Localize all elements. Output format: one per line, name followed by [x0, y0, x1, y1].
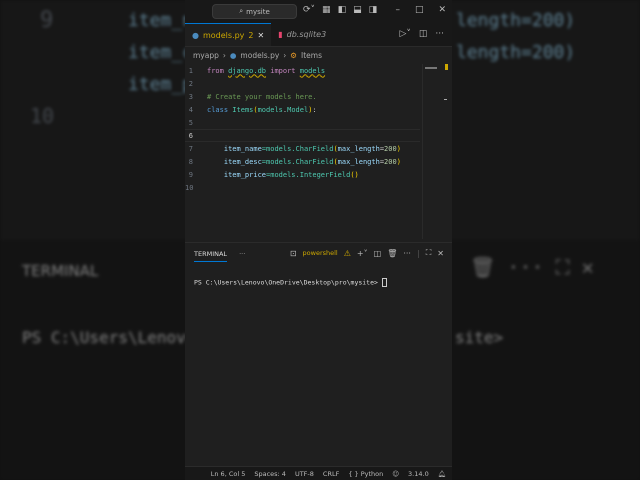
python-version[interactable]: 3.14.0: [408, 470, 429, 478]
bg-line-number: 9: [40, 8, 54, 33]
title-bar: ⌕ mysite ⟳˅ ▦ ◧ ⬓ ◨ – □ ✕: [185, 0, 452, 23]
bg-code: length=200): [456, 42, 576, 63]
minimap[interactable]: [422, 64, 448, 239]
cursor-position[interactable]: Ln 6, Col 5: [211, 470, 246, 478]
close-tab-icon[interactable]: ✕: [258, 31, 265, 40]
database-file-icon: ▮: [278, 30, 283, 39]
code-line: 10: [185, 183, 194, 192]
terminal-panel: TERMINAL ··· ⊡ powershell ⚠ +˅ ◫ 🗑 ··· | ⛶ ✕ PS …: [185, 242, 452, 466]
tab-models-py[interactable]: ● models.py 2 ✕: [185, 23, 272, 46]
code-line: 1 from django.db import models: [188, 66, 326, 75]
command-center-search[interactable]: ⌕ mysite: [212, 4, 297, 19]
class-symbol-icon: ⚙: [290, 50, 298, 60]
bg-code: item_n: [128, 10, 194, 31]
more-actions-icon[interactable]: ···: [403, 249, 411, 258]
language-mode[interactable]: { } Python: [348, 470, 383, 478]
code-editor[interactable]: 1 from django.db import models 2 3 # Creat…: [185, 64, 420, 194]
python-file-icon: ●: [192, 30, 199, 40]
terminal-shell-name[interactable]: powershell: [303, 249, 338, 257]
bg-prompt: site>: [455, 328, 504, 347]
bg-prompt: PS C:\Users\Lenovo: [22, 328, 196, 347]
copilot-icon[interactable]: ☺: [392, 470, 399, 478]
status-bar: Ln 6, Col 5 Spaces: 4 UTF-8 CRLF { } Pyt…: [185, 466, 452, 480]
python-file-icon: ●: [229, 50, 237, 60]
maximize-panel-icon[interactable]: ⛶: [426, 248, 432, 258]
terminal-icon: ⊡: [289, 248, 297, 258]
tab-db-sqlite3[interactable]: ▮ db.sqlite3: [271, 23, 333, 46]
code-line-current: 6: [185, 129, 420, 142]
split-editor-icon[interactable]: ◫: [419, 29, 428, 39]
toggle-secondary-sidebar-icon[interactable]: ◨: [369, 5, 378, 15]
code-line: 4 class Items(models. Model):: [188, 105, 317, 114]
line-ending[interactable]: CRLF: [323, 470, 339, 478]
more-actions-icon[interactable]: ···: [435, 29, 444, 39]
breadcrumb-folder[interactable]: myapp: [193, 51, 219, 60]
terminal-cursor: [381, 278, 387, 287]
indentation[interactable]: Spaces: 4: [254, 470, 286, 478]
editor-tabs: ● models.py 2 ✕ ▮ db.sqlite3 ▷˅ ◫ ···: [185, 23, 452, 47]
run-icon[interactable]: ▷˅: [399, 29, 410, 39]
layout-icon[interactable]: ▦: [322, 5, 331, 15]
breadcrumb: myapp › ● models.py › ⚙ Items: [193, 50, 322, 60]
bg-code: length=200): [456, 10, 576, 31]
toggle-sidebar-icon[interactable]: ◧: [338, 5, 347, 15]
braces-icon: { }: [348, 469, 361, 478]
code-line: 3 # Create your models here.: [188, 92, 317, 101]
bg-code: item_p: [128, 74, 194, 95]
breadcrumb-symbol[interactable]: Items: [301, 51, 322, 60]
new-terminal-icon[interactable]: +˅: [357, 249, 368, 258]
terminal-output[interactable]: PS C:\Users\Lenovo\OneDrive\Desktop\pro\…: [185, 265, 452, 300]
copilot-icon[interactable]: ⟳˅: [303, 5, 315, 15]
code-line: 9 item_price =models. IntegerField(): [188, 170, 359, 179]
trash-icon[interactable]: 🗑: [387, 249, 397, 258]
close-button[interactable]: ✕: [438, 5, 446, 15]
warning-icon[interactable]: ⚠: [344, 249, 351, 258]
toggle-panel-icon[interactable]: ⬓: [353, 5, 362, 15]
code-line: 7 item_name =models. CharField(max_length =…: [188, 144, 401, 153]
close-panel-icon[interactable]: ✕: [437, 249, 444, 258]
maximize-button[interactable]: □: [415, 5, 424, 15]
bg-line-number: 10: [30, 104, 55, 128]
encoding[interactable]: UTF-8: [295, 470, 314, 478]
minimize-button[interactable]: –: [395, 5, 400, 15]
more-views-icon[interactable]: ···: [239, 250, 245, 258]
problem-count-badge: 2: [248, 30, 254, 40]
bg-terminal: TERMINAL: [22, 262, 99, 280]
split-terminal-icon[interactable]: ◫: [374, 249, 382, 258]
bg-code: item_c: [128, 42, 194, 63]
code-line: 2: [188, 79, 193, 88]
code-line: 8 item_desc =models. CharField(max_length =…: [188, 157, 401, 166]
search-icon: ⌕: [239, 7, 244, 15]
breadcrumb-file[interactable]: models.py: [240, 51, 279, 60]
tab-terminal[interactable]: TERMINAL: [194, 247, 228, 262]
bell-icon[interactable]: 🔔︎: [438, 470, 446, 478]
code-line: 5: [188, 118, 193, 127]
vscode-window: ⌕ mysite ⟳˅ ▦ ◧ ⬓ ◨ – □ ✕ ● models.py 2 ✕ ▮ db.sqli…: [185, 0, 452, 480]
